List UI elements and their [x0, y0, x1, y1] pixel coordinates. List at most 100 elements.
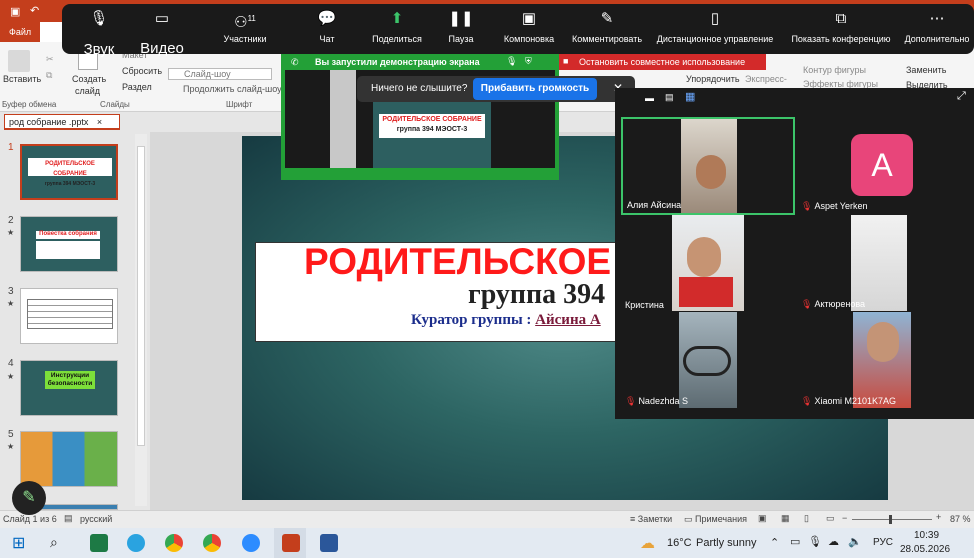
stop-share-button[interactable]: ■ Остановить совместное использование [559, 54, 766, 70]
participant-tile[interactable]: 🎙 Актюренова [797, 215, 971, 313]
layout-button-zoom[interactable]: ▣ Компоновка [498, 4, 560, 54]
continue-slideshow[interactable]: Продолжить слайд-шоу [183, 84, 282, 94]
thumbnail-scrollbar[interactable] [135, 134, 147, 506]
show-conference-button[interactable]: ⧉ Показать конференцию [786, 4, 896, 54]
normal-view-icon[interactable]: ▣ [758, 513, 767, 524]
paste-button[interactable]: Вставить [3, 74, 41, 84]
more-button[interactable]: ⋯ Дополнительно [900, 4, 974, 54]
avatar: A [851, 134, 913, 196]
thumb-number: 4 [8, 358, 14, 369]
chrome-profile-icon[interactable] [203, 534, 221, 552]
spellcheck-icon[interactable]: ▤ [64, 513, 73, 524]
sorter-view-icon[interactable]: ▦ [781, 513, 790, 524]
cut-icon[interactable]: ✂ [46, 54, 54, 65]
zoom-level[interactable]: 87 % [950, 514, 971, 524]
search-icon[interactable]: ⌕ [50, 534, 58, 551]
expand-icon[interactable]: ⤢ [957, 90, 966, 103]
file-tab[interactable]: Файл [0, 22, 40, 42]
weather-icon[interactable]: ☁ [640, 534, 655, 552]
express-styles[interactable]: Экспресс- [745, 74, 787, 84]
paste-icon[interactable] [8, 50, 30, 72]
participant-name-row: 🎙 Актюренова [801, 299, 865, 310]
participant-name: Aspet Yerken [814, 201, 868, 211]
minimize-icon[interactable]: ▬ [645, 93, 654, 103]
cloud-icon[interactable]: ☁ [828, 535, 839, 548]
copy-icon[interactable]: ⧉ [46, 70, 52, 81]
audio-button[interactable]: 🎙 Звук [72, 4, 126, 58]
slideshow-view-icon[interactable]: ▭ [826, 513, 835, 524]
clock-time[interactable]: 10:39 [914, 530, 939, 541]
increase-volume-button[interactable]: Прибавить громкость [473, 78, 597, 100]
mic-muted-icon: 🎙 [801, 396, 813, 406]
clock-date[interactable]: 28.05.2026 [900, 544, 950, 555]
participants-button[interactable]: ⚇11 Участники [212, 4, 278, 54]
mic-muted-icon: 🎙 Звук [83, 10, 115, 58]
arrange-button[interactable]: Упорядочить [686, 74, 740, 84]
zoom-in-icon[interactable]: + [936, 512, 941, 522]
reset-button[interactable]: Сбросить [122, 66, 162, 76]
participant-tile[interactable]: A 🎙 Aspet Yerken [797, 117, 971, 215]
undo-icon[interactable]: ↶ [30, 4, 39, 17]
zoom-app-icon[interactable] [242, 534, 260, 552]
participant-tile[interactable]: Кристина [621, 215, 795, 313]
mouse-icon: ▯ [710, 10, 720, 27]
comments-button[interactable]: ▭ Примечания [684, 514, 747, 525]
camera-icon[interactable]: ▭ [790, 535, 800, 548]
excel-icon[interactable] [90, 534, 108, 552]
input-language[interactable]: РУС [873, 537, 893, 548]
annotate-button[interactable]: ✎ Комментировать [566, 4, 648, 54]
shield-icon: ⛨ [525, 56, 532, 66]
participant-tile[interactable]: Алия Айсина [621, 117, 795, 215]
weather-desc[interactable]: Partly sunny [696, 537, 757, 549]
gallery-view-icon[interactable]: ▦ [685, 90, 695, 103]
speaker-icon[interactable]: 🔈 [848, 535, 862, 548]
section-button[interactable]: Раздел [122, 82, 152, 92]
thumb-slide-5[interactable] [20, 431, 118, 487]
windows-start-icon[interactable]: ⊞ [12, 533, 25, 553]
video-button[interactable]: ▭ Видео [132, 4, 192, 57]
font-box[interactable]: Слайд-шоу [168, 68, 272, 80]
language[interactable]: русский [80, 514, 112, 524]
share-button[interactable]: ⬆ Поделиться [364, 4, 430, 54]
star-icon: ★ [7, 228, 15, 237]
zoom-out-icon[interactable]: − [842, 513, 847, 523]
participant-tile[interactable]: 🎙 Xiaomi M2101K7AG [797, 312, 971, 410]
pen-icon: ✎ [600, 10, 614, 27]
stop-share-label: Остановить совместное использование [579, 57, 746, 67]
tray-chevron-icon[interactable]: ⌃ [770, 536, 779, 549]
conference-icon: ⧉ [835, 10, 847, 27]
mic-icon[interactable]: 🎙 [808, 535, 822, 548]
thumb4-title: Инструкции безопасности [45, 371, 95, 389]
notes-button[interactable]: ≡ Заметки [630, 514, 672, 524]
shape-outline-button[interactable]: Контур фигуры [803, 65, 866, 75]
telegram-icon[interactable] [127, 534, 145, 552]
annotate-pen-icon[interactable]: ✎ [12, 481, 46, 515]
create-slide-label2[interactable]: слайд [75, 86, 100, 96]
word-icon[interactable] [320, 534, 338, 552]
document-tab[interactable]: род собрание .pptx × [4, 114, 120, 130]
close-tab-icon[interactable]: × [97, 117, 102, 127]
thumb-number: 5 [8, 429, 14, 440]
thumb-slide-1[interactable]: РОДИТЕЛЬСКОЕ СОБРАНИЕ группа 394 МЭОСТ-3 [20, 144, 118, 200]
replace-button[interactable]: Заменить [906, 65, 946, 75]
speaker-view-icon[interactable]: ▤ [665, 92, 674, 103]
save-icon[interactable]: ▣ [10, 5, 20, 18]
zoom-slider-thumb[interactable] [889, 515, 892, 524]
reading-view-icon[interactable]: ▯ [804, 513, 809, 524]
remote-control-button[interactable]: ▯ Дистанционное управление [650, 4, 780, 54]
taskbar: ⊞ ⌕ ☁ 16°C Partly sunny ⌃ ▭ 🎙 ☁ 🔈 РУС 10… [0, 528, 974, 558]
weather-temp[interactable]: 16°C [667, 537, 692, 549]
participant-tile[interactable]: 🎙 Nadezhda S [621, 312, 795, 410]
thumb-slide-3[interactable] [20, 288, 118, 344]
pause-button[interactable]: ❚❚ Пауза [444, 4, 478, 54]
zoom-slider[interactable] [852, 519, 932, 520]
chat-icon: 💬 [317, 10, 337, 27]
chrome-icon[interactable] [165, 534, 183, 552]
thumb-slide-2[interactable]: Повестка собрания [20, 216, 118, 272]
chat-button[interactable]: 💬 Чат [306, 4, 348, 54]
thumb-slide-4[interactable]: Инструкции безопасности [20, 360, 118, 416]
create-slide-button[interactable]: Создать [72, 74, 106, 84]
star-icon: ★ [7, 372, 15, 381]
powerpoint-icon[interactable] [282, 534, 300, 552]
thumb-number: 1 [8, 142, 14, 153]
